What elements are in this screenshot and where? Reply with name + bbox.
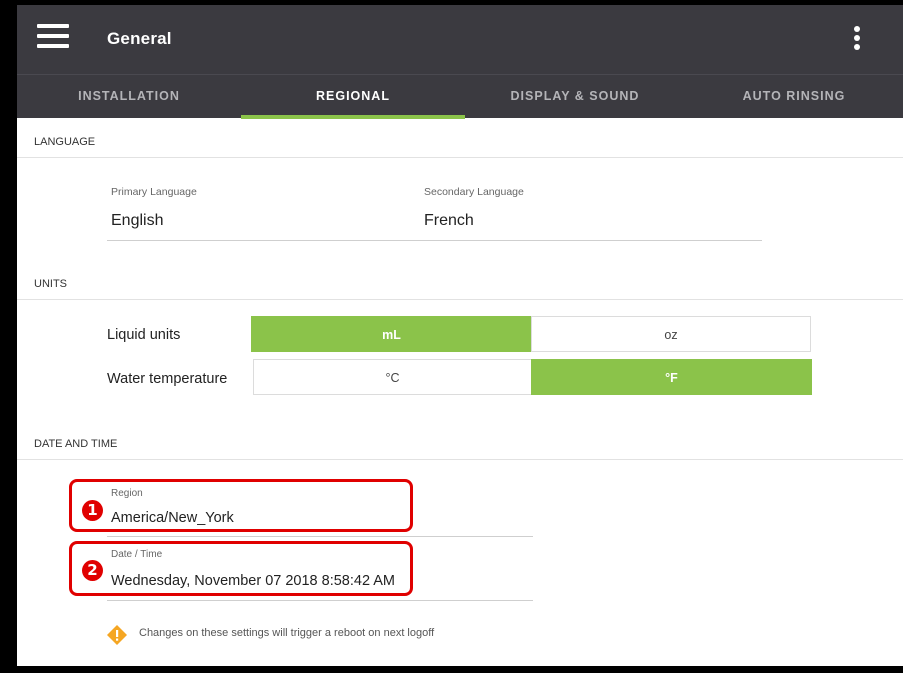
region-field-underline <box>107 536 533 537</box>
page-title: General <box>107 29 172 48</box>
frame-border-left <box>0 0 17 673</box>
callout-number-1: 1 <box>82 500 103 521</box>
liquid-units-label: Liquid units <box>107 327 181 343</box>
frame-border-bottom <box>0 666 903 673</box>
language-field-underline <box>107 240 762 241</box>
section-header-units: UNITS <box>17 260 903 300</box>
secondary-language-label: Secondary Language <box>424 186 524 198</box>
more-vertical-icon[interactable] <box>849 24 865 56</box>
primary-language-label: Primary Language <box>111 186 197 198</box>
warning-diamond-icon <box>107 625 127 645</box>
tab-auto-rinsing[interactable]: AUTO RINSING <box>685 75 903 119</box>
primary-language-select[interactable]: English <box>111 212 163 230</box>
callout-box-region <box>69 479 413 532</box>
hamburger-menu-icon[interactable] <box>37 24 69 48</box>
liquid-units-ml-button[interactable]: mL <box>251 316 532 352</box>
tab-regional[interactable]: REGIONAL <box>241 75 465 119</box>
callout-box-datetime <box>69 541 413 596</box>
tab-display-sound[interactable]: DISPLAY & SOUND <box>465 75 685 119</box>
water-temperature-label: Water temperature <box>107 371 228 387</box>
temperature-fahrenheit-button[interactable]: °F <box>531 359 812 395</box>
liquid-units-oz-button[interactable]: oz <box>531 316 811 352</box>
temperature-celsius-button[interactable]: °C <box>253 359 532 395</box>
datetime-field-underline <box>107 600 533 601</box>
secondary-language-select[interactable]: French <box>424 212 474 230</box>
section-header-date-time: DATE AND TIME <box>17 420 903 460</box>
tab-installation[interactable]: INSTALLATION <box>17 75 241 119</box>
tab-bar: INSTALLATION REGIONAL DISPLAY & SOUND AU… <box>17 74 903 119</box>
reboot-warning-text: Changes on these settings will trigger a… <box>139 627 435 639</box>
app-window: General INSTALLATION REGIONAL DISPLAY & … <box>0 0 903 673</box>
section-header-language: LANGUAGE <box>17 118 903 158</box>
app-bar: General <box>17 5 903 74</box>
callout-number-2: 2 <box>82 560 103 581</box>
